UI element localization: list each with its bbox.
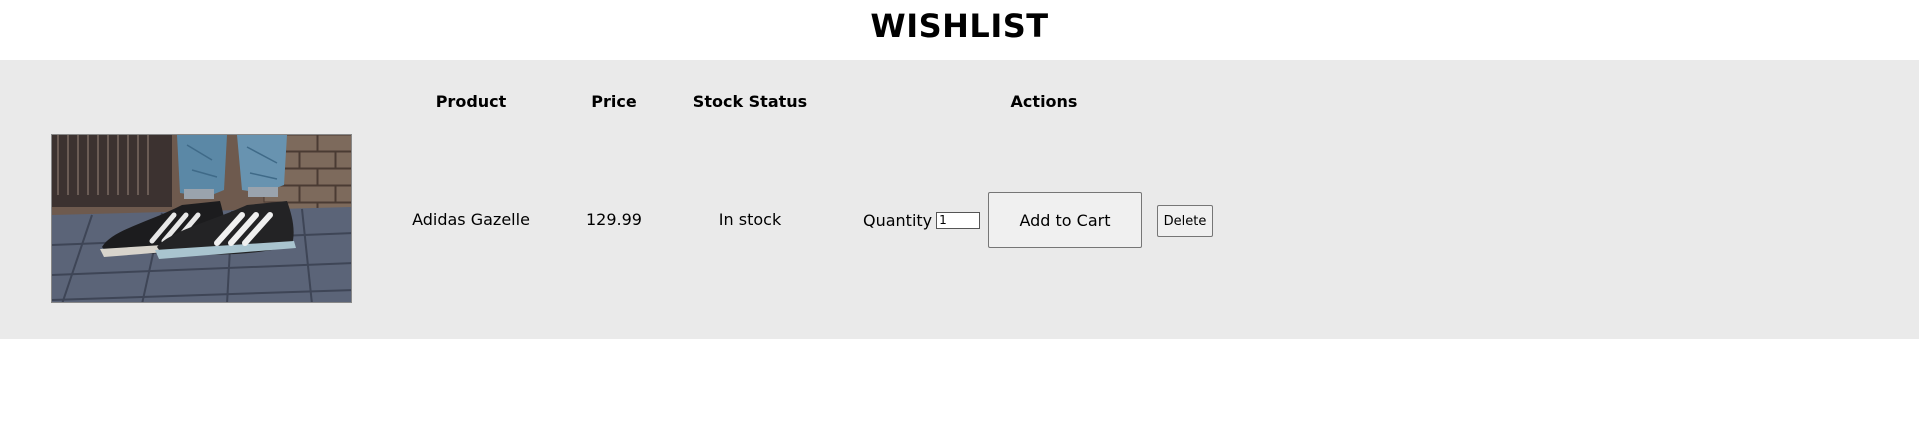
- wishlist-table: Product Price Stock Status Actions Adida…: [0, 60, 1919, 339]
- header-stock-status: Stock Status: [692, 92, 808, 111]
- header-actions: Actions: [1010, 92, 1078, 111]
- product-image: [51, 134, 352, 303]
- add-to-cart-button[interactable]: Add to Cart: [988, 192, 1142, 248]
- header-product: Product: [435, 92, 507, 111]
- stock-status: In stock: [718, 210, 782, 229]
- quantity-label: Quantity: [863, 210, 933, 230]
- quantity-group: Quantity: [863, 210, 981, 230]
- product-name: Adidas Gazelle: [412, 210, 530, 229]
- delete-button[interactable]: Delete: [1157, 205, 1213, 237]
- header-price: Price: [591, 92, 637, 111]
- sneaker-photo: [52, 135, 351, 302]
- product-price: 129.99: [586, 210, 642, 229]
- page-title: WISHLIST: [870, 7, 1049, 45]
- quantity-input[interactable]: [936, 211, 981, 229]
